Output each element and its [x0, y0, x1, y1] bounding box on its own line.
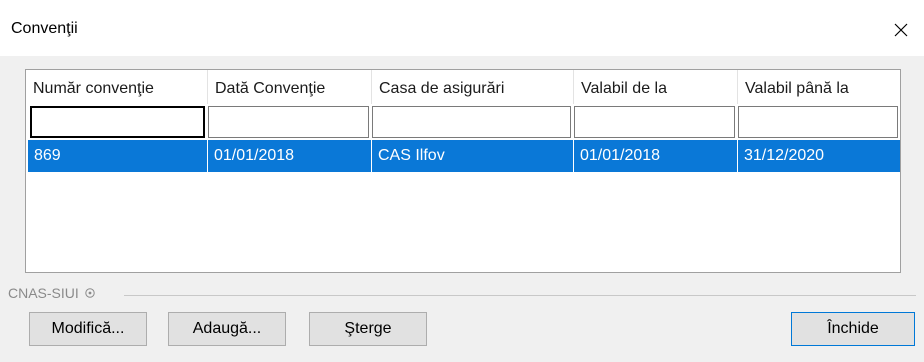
grid-header: Număr convenţie Dată Convenţie Casa de a…: [26, 70, 900, 104]
filter-valabil-pana-la-input[interactable]: [738, 106, 898, 138]
add-button[interactable]: Adaugă...: [168, 312, 286, 346]
delete-button[interactable]: Şterge: [309, 312, 427, 346]
cell-casa: CAS Ilfov: [372, 140, 574, 172]
filter-casa-input[interactable]: [372, 106, 571, 138]
column-header-data[interactable]: Dată Convenţie: [208, 70, 372, 104]
table-row[interactable]: 869 01/01/2018 CAS Ilfov 01/01/2018 31/1…: [28, 140, 900, 172]
filter-valabil-de-la-input[interactable]: [574, 106, 735, 138]
registered-icon: [85, 288, 95, 298]
close-icon: [894, 23, 908, 37]
cell-data: 01/01/2018: [208, 140, 372, 172]
title-bar: Convenţii: [0, 0, 924, 56]
close-window-button[interactable]: [878, 10, 924, 50]
cell-valabil-de-la: 01/01/2018: [574, 140, 738, 172]
column-header-valabil-pana-la[interactable]: Valabil până la: [738, 70, 900, 104]
window-title: Convenţii: [11, 20, 78, 37]
close-button[interactable]: Închide: [791, 312, 915, 346]
filter-data-input[interactable]: [208, 106, 369, 138]
footer-divider: [124, 295, 916, 296]
column-header-casa[interactable]: Casa de asigurări: [372, 70, 574, 104]
cell-numar: 869: [28, 140, 208, 172]
brand-text: CNAS-SIUI: [8, 285, 79, 301]
column-header-valabil-de-la[interactable]: Valabil de la: [574, 70, 738, 104]
cell-valabil-pana-la: 31/12/2020: [744, 147, 825, 164]
brand-label: CNAS-SIUI: [8, 285, 95, 301]
filter-numar-input[interactable]: [30, 106, 205, 138]
conventions-grid[interactable]: Număr convenţie Dată Convenţie Casa de a…: [25, 69, 901, 273]
modify-button[interactable]: Modifică...: [29, 312, 147, 346]
column-header-numar[interactable]: Număr convenţie: [26, 70, 208, 104]
